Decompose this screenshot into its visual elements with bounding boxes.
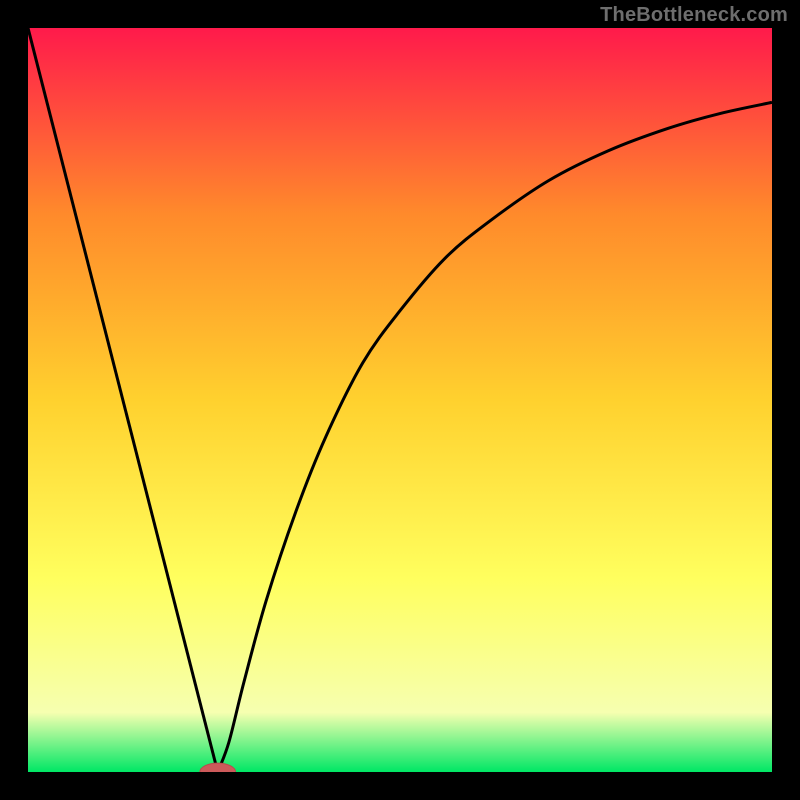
gradient-background <box>28 28 772 772</box>
chart-svg <box>28 28 772 772</box>
plot-area <box>28 28 772 772</box>
chart-frame: TheBottleneck.com <box>0 0 800 800</box>
watermark-text: TheBottleneck.com <box>600 4 788 27</box>
